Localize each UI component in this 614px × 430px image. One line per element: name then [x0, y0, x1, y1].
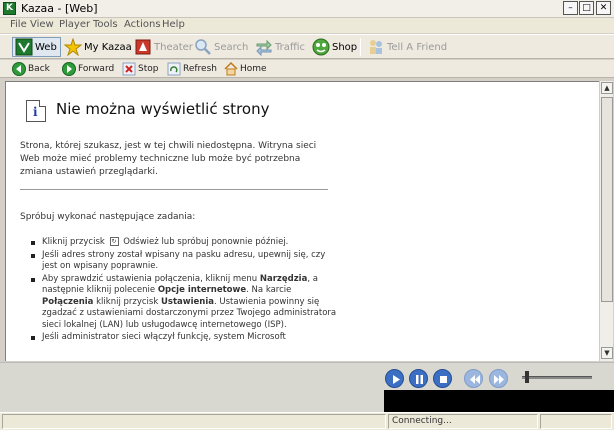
refresh-button[interactable]: Refresh	[167, 61, 217, 77]
tips-list: Kliknij przycisk ↻ Odśwież lub spróbuj p…	[31, 237, 342, 345]
maximize-button[interactable]: □	[579, 1, 594, 15]
navigation-toolbar: Back Forward Stop Refresh Home	[0, 60, 614, 78]
stop-button[interactable]: Stop	[122, 61, 158, 77]
status-pane-main	[2, 414, 386, 429]
shop-label: Shop	[332, 41, 358, 53]
traffic-icon	[255, 38, 273, 57]
stop-icon	[122, 62, 136, 76]
toolbar-separator	[360, 38, 361, 56]
forward-label: Forward	[78, 64, 115, 74]
tip-text: . Na karcie	[246, 285, 292, 295]
home-button[interactable]: Home	[224, 61, 267, 77]
my-kazaa-label: My Kazaa	[84, 41, 132, 53]
next-button[interactable]	[489, 369, 508, 388]
next-icon	[494, 375, 504, 384]
back-icon	[12, 62, 26, 76]
tell-a-friend-label: Tell A Friend	[387, 41, 448, 53]
menu-bar: File View Player Tools Actions Help	[0, 18, 614, 33]
main-toolbar: Web My Kazaa Theater Search Traffic Shop	[0, 34, 614, 59]
tip-bold: Opcje internetowe	[157, 285, 247, 295]
scroll-up-arrow-icon[interactable]: ▲	[601, 82, 613, 94]
my-kazaa-button[interactable]: My Kazaa	[62, 37, 132, 57]
volume-slider-thumb[interactable]	[525, 371, 529, 383]
people-icon	[367, 38, 385, 56]
theater-label: Theater	[154, 41, 193, 53]
kazaa-logo-icon: K	[3, 2, 16, 15]
previous-button[interactable]	[464, 369, 483, 388]
forward-icon	[62, 62, 76, 76]
tip-text: Kliknij przycisk	[42, 237, 105, 247]
tip-text: Odśwież lub spróbuj ponownie później.	[123, 237, 289, 247]
list-item: Aby sprawdzić ustawienia połączenia, kli…	[31, 273, 342, 332]
shop-icon	[312, 38, 330, 56]
error-description: Strona, której szukasz, jest w tej chwil…	[20, 141, 317, 177]
play-icon	[393, 375, 400, 384]
menu-tools[interactable]: Tools	[93, 19, 118, 30]
tip-bold: Narzędzia	[259, 273, 308, 284]
tip-text: Aby sprawdzić ustawienia połączenia, kli…	[42, 273, 258, 284]
web-button[interactable]: Web	[12, 37, 61, 57]
back-button[interactable]: Back	[12, 61, 50, 77]
stop-square-icon	[440, 376, 447, 383]
traffic-button[interactable]: Traffic	[253, 37, 305, 57]
scroll-down-arrow-icon[interactable]: ▼	[601, 347, 613, 359]
player-bar	[0, 362, 614, 412]
tip-bold: Połączenia	[42, 296, 94, 307]
stop-label: Stop	[138, 64, 159, 74]
theater-button[interactable]: Theater	[132, 37, 193, 57]
list-item: Kliknij przycisk ↻ Odśwież lub spróbuj p…	[31, 237, 342, 249]
prev-icon	[470, 375, 480, 384]
title-bar: K Kazaa - [Web] – □ ✕	[0, 0, 614, 18]
list-item: Jeśli administrator sieci włączył funkcj…	[31, 332, 342, 344]
refresh-inline-icon[interactable]: ↻	[109, 237, 119, 246]
search-label: Search	[214, 41, 249, 53]
list-item: Jeśli adres strony został wpisany na pas…	[31, 249, 342, 273]
search-button[interactable]: Search	[192, 37, 248, 57]
web-content: i Nie można wyświetlić strony Strona, kt…	[5, 81, 599, 361]
status-connecting: Connecting...	[388, 414, 538, 429]
star-icon	[63, 37, 83, 57]
back-label: Back	[28, 64, 50, 74]
shop-button[interactable]: Shop	[310, 37, 357, 57]
home-icon	[224, 61, 238, 76]
status-pane-right	[540, 414, 612, 429]
menu-help[interactable]: Help	[162, 19, 185, 30]
play-button[interactable]	[385, 369, 404, 388]
scroll-thumb[interactable]	[601, 97, 613, 302]
window-title: Kazaa - [Web]	[21, 2, 98, 15]
theater-icon	[134, 38, 152, 56]
stop-playback-button[interactable]	[433, 369, 452, 388]
tell-a-friend-button[interactable]: Tell A Friend	[365, 37, 447, 57]
tip-text: Jeśli administrator sieci włączył funkcj…	[42, 332, 286, 342]
tip-text: Jeśli adres strony został wpisany na pas…	[42, 249, 326, 272]
traffic-label: Traffic	[275, 41, 306, 53]
web-label: Web	[35, 41, 57, 53]
menu-file[interactable]: File	[10, 19, 27, 30]
pause-icon	[416, 375, 423, 384]
tip-text: kliknij przycisk	[96, 296, 159, 307]
menu-actions[interactable]: Actions	[124, 19, 161, 30]
status-bar: Connecting...	[0, 412, 614, 430]
divider	[20, 189, 328, 190]
tip-bold: Ustawienia	[160, 296, 214, 307]
refresh-icon	[167, 62, 181, 76]
menu-view[interactable]: View	[30, 19, 54, 30]
home-label: Home	[240, 64, 267, 74]
globe-icon	[15, 38, 33, 56]
menu-player[interactable]: Player	[59, 19, 90, 30]
vertical-scrollbar[interactable]: ▲ ▼	[599, 81, 613, 361]
pause-button[interactable]	[409, 369, 428, 388]
info-icon: i	[26, 100, 46, 122]
close-button[interactable]: ✕	[596, 1, 611, 15]
error-title: Nie można wyświetlić strony	[56, 100, 270, 118]
forward-button[interactable]: Forward	[62, 61, 114, 77]
refresh-label: Refresh	[183, 64, 217, 74]
try-heading: Spróbuj wykonać następujące zadania:	[20, 212, 196, 222]
volume-slider[interactable]	[522, 376, 592, 379]
minimize-button[interactable]: –	[563, 1, 578, 15]
magnifier-icon	[194, 38, 212, 56]
player-display	[384, 390, 614, 412]
